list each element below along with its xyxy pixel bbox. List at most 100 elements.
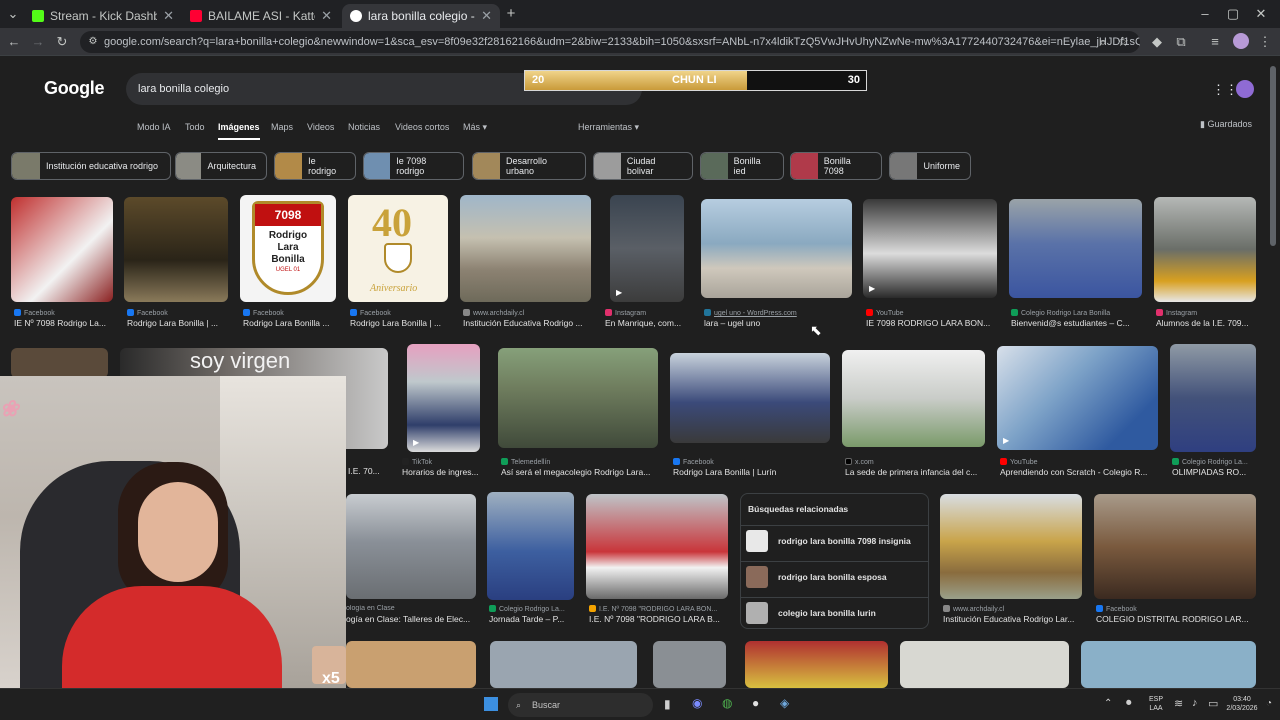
- close-tab-icon[interactable]: ✕: [321, 8, 332, 24]
- result-title[interactable]: Alumnos de la I.E. 709...: [1156, 318, 1256, 328]
- chrome-icon[interactable]: ◍: [722, 696, 732, 710]
- result-image[interactable]: [1170, 344, 1256, 452]
- reading-list-icon[interactable]: ≡: [1206, 33, 1224, 51]
- result-source[interactable]: Instagram: [605, 309, 691, 317]
- language-indicator[interactable]: ESP LAA: [1144, 695, 1168, 713]
- chip-institucion[interactable]: Institución educativa rodrigo: [11, 152, 171, 180]
- result-source[interactable]: www.archdaily.cl: [943, 605, 1081, 613]
- result-image[interactable]: [11, 348, 108, 378]
- result-title[interactable]: En Manrique, com...: [605, 318, 691, 328]
- result-image[interactable]: [460, 195, 591, 302]
- reload-icon[interactable]: ↻: [53, 33, 71, 51]
- result-image-video[interactable]: ▶: [863, 199, 997, 298]
- result-title[interactable]: Aprendiendo con Scratch - Colegio R...: [1000, 467, 1158, 477]
- result-title[interactable]: I.E. 70...: [348, 466, 388, 476]
- result-title[interactable]: Jornada Tarde – P...: [489, 614, 575, 624]
- chip-ie-rodrigo[interactable]: Ie rodrigo: [274, 152, 356, 180]
- tray-overflow-icon[interactable]: ⌃: [1104, 698, 1112, 709]
- discord-icon[interactable]: ◉: [692, 696, 702, 710]
- result-source[interactable]: ología en Clase: [346, 605, 476, 612]
- result-source[interactable]: I.E. Nº 7098 "RODRIGO LARA BON...: [589, 605, 727, 613]
- result-source[interactable]: Facebook: [14, 309, 112, 317]
- tab-todo[interactable]: Todo: [185, 122, 205, 132]
- tab-list-icon[interactable]: ⌄: [4, 5, 22, 23]
- tools-button[interactable]: Herramientas ▾: [578, 122, 639, 133]
- tab-videos-cortos[interactable]: Videos cortos: [395, 122, 449, 132]
- tab-google-search[interactable]: lara bonilla colegio - Buscar co... ✕: [342, 4, 500, 28]
- tab-imagenes[interactable]: Imágenes: [218, 122, 260, 140]
- apps-grid-icon[interactable]: ⋮⋮: [1212, 82, 1238, 98]
- result-title[interactable]: La sede de primera infancia del c...: [845, 467, 985, 477]
- result-image[interactable]: [1009, 199, 1142, 298]
- maximize-icon[interactable]: ▢: [1224, 5, 1242, 23]
- tab-noticias[interactable]: Noticias: [348, 122, 380, 132]
- back-icon[interactable]: ←: [5, 33, 23, 51]
- result-image[interactable]: [490, 641, 637, 688]
- result-source[interactable]: YouTube: [866, 309, 998, 317]
- result-image-7098-badge[interactable]: 7098 Rodrigo Lara Bonilla UGEL 01: [240, 195, 336, 302]
- result-image[interactable]: [653, 641, 726, 688]
- tab-youtube-bailame[interactable]: BAILAME ASI - Katteyes, Jere K... ✕: [182, 4, 340, 28]
- profile-avatar[interactable]: [1233, 33, 1249, 49]
- result-source[interactable]: TikTok: [402, 458, 486, 466]
- result-source[interactable]: Colegio Rodrigo Lara Bonilla: [1011, 309, 1143, 317]
- result-image[interactable]: [900, 641, 1069, 688]
- close-window-icon[interactable]: ✕: [1252, 5, 1270, 23]
- tab-mas[interactable]: Más ▾: [463, 122, 487, 133]
- result-title[interactable]: Así será el megacolegio Rodrigo Lara...: [501, 467, 659, 477]
- extension-icon[interactable]: ◆: [1148, 33, 1166, 51]
- result-image-video[interactable]: ▶: [610, 195, 684, 302]
- result-title[interactable]: Institución Educativa Rodrigo Lar...: [943, 614, 1081, 624]
- task-view-icon[interactable]: ▮: [664, 697, 671, 711]
- notification-icon[interactable]: ◔: [1266, 698, 1272, 709]
- chrome-menu-icon[interactable]: ⋮: [1256, 33, 1274, 51]
- result-source[interactable]: Facebook: [1096, 605, 1256, 613]
- chip-ciudad-bolivar[interactable]: Ciudad bolivar: [593, 152, 693, 180]
- result-source[interactable]: Facebook: [243, 309, 337, 317]
- site-info-icon[interactable]: ⚙: [84, 33, 102, 51]
- forward-icon[interactable]: →: [29, 33, 47, 51]
- result-title[interactable]: Rodrigo Lara Bonilla | ...: [127, 318, 227, 328]
- result-image[interactable]: [670, 353, 830, 443]
- result-image[interactable]: [842, 350, 985, 447]
- minimize-icon[interactable]: –: [1196, 5, 1214, 23]
- result-title[interactable]: ogía en Clase: Talleres de Elec...: [346, 614, 476, 624]
- result-image-video[interactable]: ▶: [997, 346, 1158, 450]
- result-image-video[interactable]: ▶: [407, 344, 480, 452]
- result-source[interactable]: Colegio Rodrigo La...: [1172, 458, 1256, 466]
- battery-icon[interactable]: ▭: [1208, 697, 1218, 710]
- chip-bonilla-7098[interactable]: Bonilla 7098: [790, 152, 882, 180]
- result-title[interactable]: I.E. Nº 7098 "RODRIGO LARA B...: [589, 614, 727, 624]
- result-source[interactable]: x.com: [845, 458, 985, 466]
- result-image[interactable]: [487, 492, 574, 600]
- tab-maps[interactable]: Maps: [271, 122, 293, 132]
- obs-icon[interactable]: ●: [752, 696, 759, 710]
- result-title[interactable]: COLEGIO DISTRITAL RODRIGO LAR...: [1096, 614, 1256, 624]
- wifi-icon[interactable]: ≋: [1174, 697, 1183, 710]
- taskbar-search[interactable]: ⌕ Buscar: [508, 693, 653, 717]
- result-image[interactable]: [346, 641, 476, 688]
- result-title[interactable]: IE 7098 RODRIGO LARA BON...: [866, 318, 998, 328]
- result-image[interactable]: [346, 494, 476, 599]
- chip-desarrollo[interactable]: Desarrollo urbano: [472, 152, 586, 180]
- related-search-item[interactable]: rodrigo lara bonilla 7098 insignia: [741, 525, 928, 555]
- extensions-puzzle-icon[interactable]: ⧉: [1172, 33, 1190, 51]
- result-image[interactable]: [745, 641, 888, 688]
- result-image[interactable]: [124, 197, 228, 302]
- windows-start-icon[interactable]: [484, 697, 498, 711]
- result-image[interactable]: [586, 494, 728, 599]
- related-search-item[interactable]: colegio lara bonilla lurin: [741, 597, 928, 627]
- volume-icon[interactable]: ♪: [1192, 697, 1198, 709]
- microphone-icon[interactable]: ⏺: [1126, 697, 1132, 710]
- result-source[interactable]: Facebook: [350, 309, 448, 317]
- result-source[interactable]: Facebook: [673, 458, 829, 466]
- saved-button[interactable]: ▮ Guardados: [1200, 119, 1252, 130]
- result-title[interactable]: Rodrigo Lara Bonilla | Lurín: [673, 467, 829, 477]
- close-tab-icon[interactable]: ✕: [481, 8, 492, 24]
- result-source[interactable]: Instagram: [1156, 309, 1256, 317]
- result-source[interactable]: Colegio Rodrigo La...: [489, 605, 575, 613]
- result-title[interactable]: Institución Educativa Rodrigo ...: [463, 318, 591, 328]
- result-source[interactable]: Facebook: [127, 309, 227, 317]
- result-title[interactable]: OLIMPIADAS RO...: [1172, 467, 1256, 477]
- result-image[interactable]: [498, 348, 658, 448]
